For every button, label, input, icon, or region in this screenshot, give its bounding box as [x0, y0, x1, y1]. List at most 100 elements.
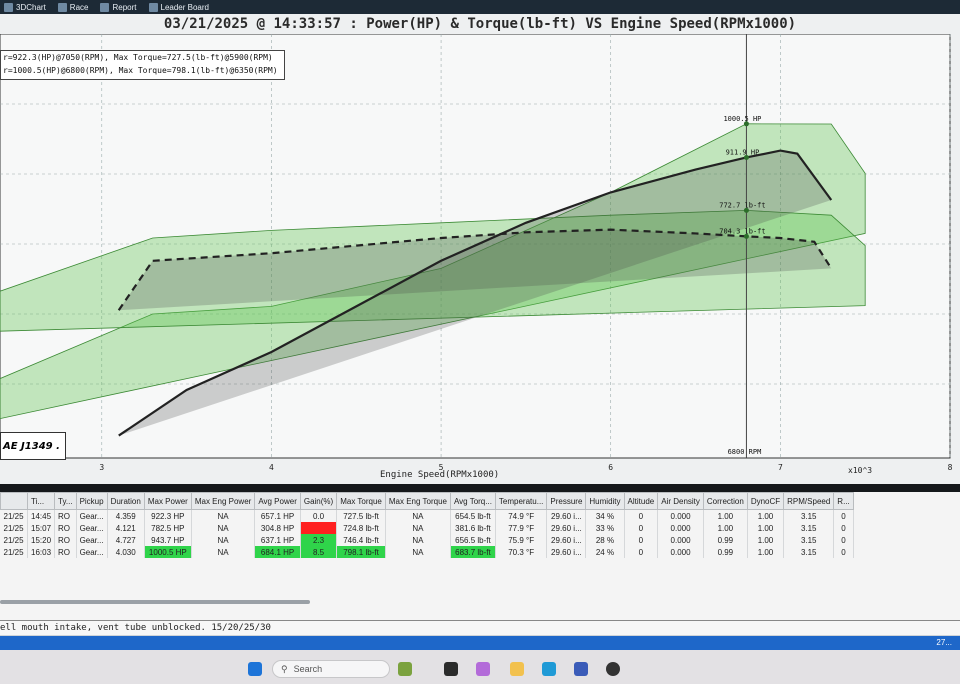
column-header[interactable]: Pressure: [546, 492, 587, 510]
taskbar: ⚲ Search: [0, 650, 960, 684]
column-header-date[interactable]: [0, 492, 28, 510]
table-cell: 3.15: [783, 522, 835, 534]
table-cell: NA: [385, 534, 451, 546]
column-header[interactable]: Avg Torq...: [449, 492, 496, 510]
table-cell: NA: [385, 546, 451, 558]
column-header[interactable]: Air Density: [657, 492, 704, 510]
column-header[interactable]: Max Eng Power: [190, 492, 256, 510]
table-cell: 77.9 °F: [495, 522, 548, 534]
column-header[interactable]: Humidity: [585, 492, 625, 510]
table-cell: 16:03: [27, 546, 56, 558]
table-cell: 657.1 HP: [254, 509, 301, 522]
table-row[interactable]: 21/25 14:45 RO Gear... 4.359 922.3 HP NA 657.1 …: [0, 509, 854, 522]
correction-standard-label: AE J1349 .: [0, 432, 66, 460]
horizontal-scrollbar[interactable]: [0, 600, 310, 604]
flag-icon: [57, 2, 67, 12]
run-notes: ell mouth intake, vent tube unblocked. 1…: [0, 620, 960, 635]
status-text: 27...: [936, 638, 952, 647]
column-header[interactable]: Gain(%): [299, 492, 338, 510]
copilot-icon[interactable]: [476, 662, 490, 676]
x-tick-label: 7: [778, 463, 783, 472]
table-cell: 1.00: [747, 546, 785, 558]
column-header[interactable]: R...: [833, 492, 854, 510]
column-header[interactable]: Pickup: [75, 492, 108, 510]
table-cell: NA: [385, 522, 451, 534]
x-axis-label: Engine Speed(RPMx1000): [380, 470, 500, 480]
x-tick-label: 3: [99, 463, 104, 472]
table-cell: 2.3: [300, 534, 338, 546]
report-icon: [100, 2, 110, 12]
annotation-torque-cursor: 704.3 lb-ft: [719, 227, 765, 235]
app-icon[interactable]: [606, 662, 620, 676]
column-header[interactable]: Max Torque: [336, 492, 386, 510]
menu-item-race[interactable]: Race: [54, 2, 97, 12]
table-cell: 24 %: [585, 546, 625, 558]
legend-line-1: r=922.3(HP)@7050(RPM), Max Torque=727.5(…: [3, 53, 273, 62]
table-cell: 0: [624, 522, 659, 534]
cell-date: 21/25: [0, 534, 28, 546]
column-header[interactable]: Altitude: [623, 492, 659, 510]
column-header[interactable]: Temperatu...: [494, 492, 548, 510]
column-header[interactable]: DynoCF: [746, 492, 785, 510]
legend-box: r=922.3(HP)@7050(RPM), Max Torque=727.5(…: [0, 50, 285, 80]
table-cell: 0: [833, 534, 854, 546]
table-cell: 14:45: [27, 509, 56, 522]
column-header[interactable]: Max Power: [143, 492, 192, 510]
table-cell: RO: [54, 522, 77, 534]
menu-item-report[interactable]: Report: [96, 2, 144, 12]
table-cell: 683.7 lb-ft: [450, 546, 496, 558]
table-row[interactable]: 21/25 16:03 RO Gear... 4.030 1000.5 HP NA 684.1…: [0, 546, 854, 558]
table-row[interactable]: 21/25 15:07 RO Gear... 4.121 782.5 HP NA 304.8 …: [0, 522, 854, 534]
widget-icon[interactable]: [398, 662, 412, 676]
table-cell: Gear...: [76, 534, 108, 546]
windows-start-icon[interactable]: [248, 662, 262, 676]
table-cell: [300, 522, 338, 534]
table-cell: 74.9 °F: [495, 509, 548, 522]
table-cell: 1.00: [747, 522, 785, 534]
column-header[interactable]: Avg Power: [254, 492, 301, 510]
table-cell: 656.5 lb-ft: [450, 534, 496, 546]
menu-item-3dchart[interactable]: 3DChart: [0, 2, 54, 12]
edge-browser-icon[interactable]: [542, 662, 556, 676]
table-cell: 0.99: [703, 546, 748, 558]
table-cell: 34 %: [585, 509, 625, 522]
table-cell: 0.000: [657, 534, 704, 546]
annotation-hp-max: 1000.5 HP: [723, 115, 761, 123]
column-header[interactable]: Ti...: [26, 492, 56, 510]
cursor-rpm-label: 6800 RPM: [728, 448, 762, 456]
x-tick-label: 4: [269, 463, 274, 472]
taskbar-search[interactable]: ⚲ Search: [272, 660, 390, 678]
menu-bar: 3DChart Race Report Leader Board: [0, 0, 960, 14]
x-tick-label: 8: [948, 463, 953, 472]
column-header[interactable]: Duration: [106, 492, 145, 510]
table-cell: 654.5 lb-ft: [450, 509, 496, 522]
table-cell: 0: [624, 534, 659, 546]
chart-3d-icon: [4, 2, 13, 12]
splitter-bar[interactable]: [0, 484, 960, 492]
table-cell: RO: [54, 546, 77, 558]
dyno-chart[interactable]: 3 4 5 6 7 86800 RPM1000.5 HP911.9 HP772.7 lb-…: [0, 34, 960, 474]
x-tick-label: 6: [608, 463, 613, 472]
store-icon[interactable]: [574, 662, 588, 676]
file-explorer-icon[interactable]: [510, 662, 524, 676]
table-cell: 28 %: [585, 534, 625, 546]
table-cell: 0: [624, 509, 659, 522]
table-cell: 724.8 lb-ft: [336, 522, 386, 534]
table-cell: 922.3 HP: [144, 509, 192, 522]
table-cell: 0.000: [657, 509, 704, 522]
column-header[interactable]: Ty...: [54, 492, 77, 510]
menu-item-leader-board[interactable]: Leader Board: [145, 2, 217, 12]
search-placeholder: Search: [293, 664, 323, 674]
table-cell: 798.1 lb-ft: [336, 546, 386, 558]
table-row[interactable]: 21/25 15:20 RO Gear... 4.727 943.7 HP NA 637.1 …: [0, 534, 854, 546]
table-cell: 29.60 i...: [546, 509, 587, 522]
table-cell: 782.5 HP: [144, 522, 192, 534]
column-header[interactable]: RPM/Speed: [783, 492, 835, 510]
table-cell: 381.6 lb-ft: [450, 522, 496, 534]
task-view-icon[interactable]: [444, 662, 458, 676]
table-cell: 304.8 HP: [254, 522, 301, 534]
table-cell: 29.60 i...: [546, 534, 587, 546]
column-header[interactable]: Correction: [702, 492, 748, 510]
column-header[interactable]: Max Eng Torque: [384, 492, 451, 510]
table-cell: 746.4 lb-ft: [336, 534, 386, 546]
